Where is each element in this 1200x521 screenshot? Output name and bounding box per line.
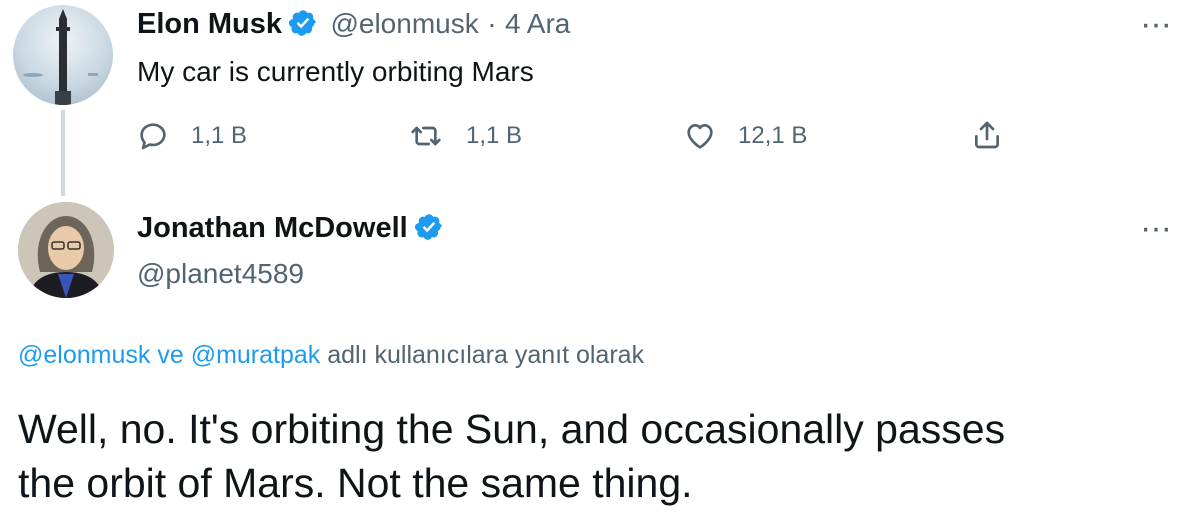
tweet1-more-icon[interactable]: ···	[1140, 7, 1172, 41]
reply-button[interactable]: 1,1 B	[137, 120, 247, 152]
tweet2-text: Well, no. It's orbiting the Sun, and occ…	[18, 402, 1005, 510]
like-count: 12,1 B	[738, 122, 808, 149]
reply-to-user-link[interactable]: @elonmusk	[18, 341, 150, 369]
tweet1-handle[interactable]: @elonmusk	[330, 8, 478, 39]
share-icon	[975, 121, 999, 149]
tweet2-header: Jonathan McDowell	[137, 212, 444, 245]
tweet2-author-name[interactable]: Jonathan McDowell	[137, 212, 408, 244]
tweet1-date[interactable]: 4 Ara	[505, 8, 570, 39]
verified-badge-icon	[414, 214, 442, 240]
share-button[interactable]	[971, 119, 1003, 151]
tweet2-handle[interactable]: @planet4589	[137, 258, 304, 290]
tweet1-author-name[interactable]: Elon Musk	[137, 8, 282, 40]
retweet-count: 1,1 B	[466, 122, 523, 149]
like-button[interactable]: 12,1 B	[684, 120, 807, 152]
thread-line	[61, 110, 65, 196]
reply-context-conjunction: ve	[157, 341, 184, 369]
tweet2-text-line: Well, no. It's orbiting the Sun, and occ…	[18, 406, 1006, 452]
starship-icon	[23, 9, 98, 105]
reply-context-suffix: adlı kullanıcılara yanıt olarak	[327, 341, 645, 369]
elon-avatar[interactable]	[13, 5, 113, 105]
jonathan-avatar[interactable]	[18, 202, 114, 298]
tweet1-separator: ·	[487, 8, 497, 39]
reply-to-user-link[interactable]: @muratpak	[191, 341, 321, 369]
tweet2-text-line: the orbit of Mars. Not the same thing.	[18, 460, 693, 506]
tweet1-header: Elon Musk @elonmusk · 4 Ara	[137, 8, 570, 41]
tweet2-more-icon[interactable]: ···	[1140, 211, 1172, 245]
reply-icon	[140, 123, 166, 150]
reply-context: @elonmusk ve @muratpak adlı kullanıcılar…	[18, 341, 644, 370]
heart-icon	[687, 124, 713, 149]
retweet-icon	[411, 126, 441, 146]
verified-badge-icon	[288, 10, 316, 36]
tweet1-text: My car is currently orbiting Mars	[137, 56, 534, 87]
retweet-button[interactable]: 1,1 B	[410, 120, 522, 152]
reply-count: 1,1 B	[191, 122, 248, 149]
person-avatar-icon	[18, 202, 114, 298]
